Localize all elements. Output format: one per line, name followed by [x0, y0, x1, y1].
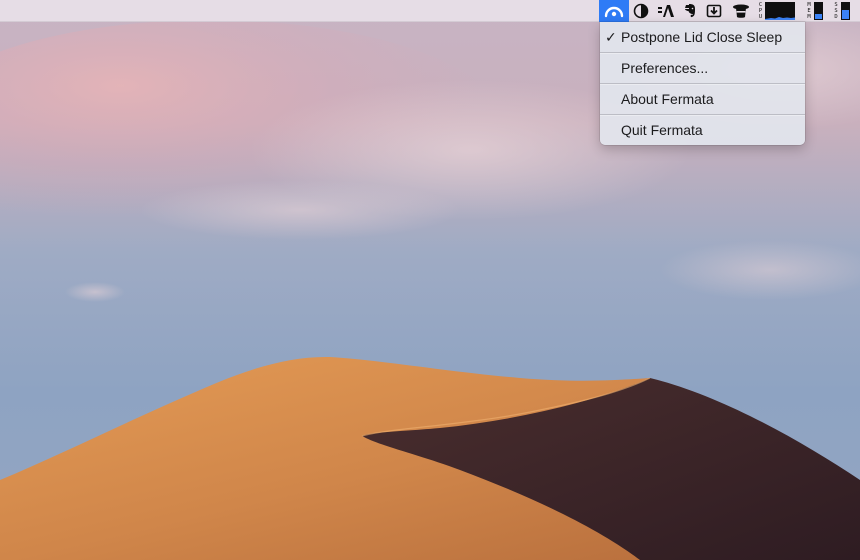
top-hat-icon	[733, 4, 749, 18]
menu-item-about-fermata[interactable]: About Fermata	[600, 85, 805, 114]
mem-label: M E M	[807, 1, 811, 21]
cpu-monitor-icon	[765, 2, 796, 20]
fermata-icon	[604, 6, 624, 18]
memory-monitor-icon	[813, 2, 823, 20]
fermata-status-item[interactable]	[599, 0, 629, 22]
download-status-item[interactable]	[703, 0, 725, 22]
menu-item-preferences[interactable]: Preferences...	[600, 54, 805, 83]
menu-item-postpone-lid-close-sleep[interactable]: ✓ Postpone Lid Close Sleep	[600, 23, 805, 52]
text-tool-icon	[658, 5, 674, 17]
menu-item-label: Postpone Lid Close Sleep	[621, 29, 783, 45]
menu-item-label: Quit Fermata	[621, 122, 703, 138]
menu-item-label: About Fermata	[621, 91, 714, 107]
menu-bar: C P U M E M S S D	[0, 0, 860, 22]
ssd-label: S S D	[834, 1, 838, 21]
ssd-monitor-status-item[interactable]: S S D	[829, 0, 855, 22]
ssd-monitor-icon	[840, 2, 850, 20]
evernote-status-item[interactable]	[679, 0, 701, 22]
menu-item-quit-fermata[interactable]: Quit Fermata	[600, 116, 805, 145]
evernote-elephant-icon	[685, 4, 695, 18]
menu-item-label: Preferences...	[621, 60, 709, 76]
text-tool-status-item[interactable]	[655, 0, 677, 22]
contrast-icon	[633, 3, 649, 19]
download-tray-icon	[706, 4, 722, 18]
cpu-monitor-status-item[interactable]: C P U	[755, 0, 799, 22]
contrast-status-item[interactable]	[630, 0, 652, 22]
memory-monitor-status-item[interactable]: M E M	[802, 0, 828, 22]
cpu-label: C P U	[758, 1, 763, 21]
checkmark-icon: ✓	[605, 29, 617, 45]
tophat-status-item[interactable]	[729, 0, 753, 22]
fermata-menu: ✓ Postpone Lid Close Sleep Preferences..…	[600, 22, 805, 145]
